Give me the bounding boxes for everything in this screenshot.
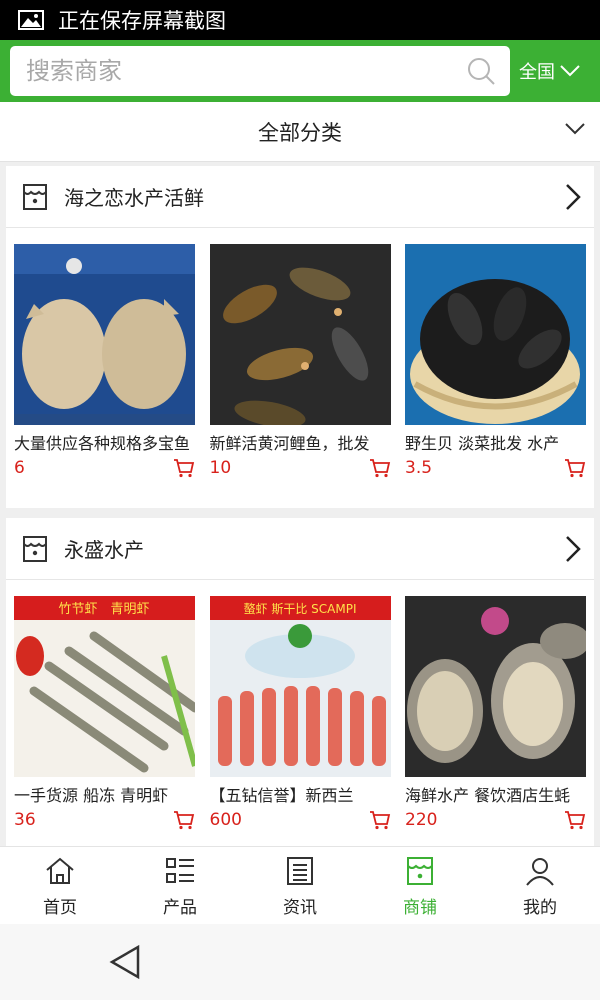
product-price: 36	[14, 810, 36, 830]
cart-icon[interactable]	[564, 810, 586, 830]
store-icon	[407, 857, 433, 885]
product-image-oysters[interactable]	[405, 596, 586, 777]
banner-text: 竹节虾 青明虾	[58, 602, 149, 617]
search-input[interactable]	[26, 57, 426, 85]
product-price: 3.5	[405, 458, 433, 478]
category-selector[interactable]: 全部分类	[0, 102, 600, 162]
cart-icon[interactable]	[173, 458, 195, 478]
user-icon	[526, 858, 554, 886]
product-title: 海鲜水产 餐饮酒店生蚝	[405, 786, 571, 805]
banner-text: 螯虾 斯干比 SCAMPI	[243, 601, 356, 616]
shop-name: 海之恋水产活鲜	[64, 186, 204, 210]
tab-stores[interactable]: 商铺	[360, 847, 480, 924]
product-title: 一手货源 船冻 青明虾	[14, 786, 169, 805]
product-title: 野生贝 淡菜批发 水产	[405, 434, 560, 453]
shop-card: 永盛水产 竹节虾 青明虾 一手货源 船冻 青明虾 36 螯虾 斯干比 SCAMP…	[6, 518, 594, 846]
cart-icon[interactable]	[369, 810, 391, 830]
product-card[interactable]: 野生贝 淡菜批发 水产 3.5	[405, 244, 586, 479]
product-image-mussels[interactable]	[405, 244, 586, 425]
product-card[interactable]: 新鲜活黄河鲤鱼，批发 10	[209, 244, 391, 479]
cart-icon[interactable]	[173, 810, 195, 830]
search-icon[interactable]	[466, 56, 496, 86]
shop-header[interactable]: 海之恋水产活鲜	[6, 166, 594, 228]
search-box[interactable]	[10, 46, 510, 96]
back-icon[interactable]	[108, 944, 142, 980]
chevron-down-icon	[565, 123, 585, 135]
cart-icon[interactable]	[564, 458, 586, 478]
shop-name: 永盛水产	[64, 538, 144, 562]
tab-label: 我的	[523, 898, 557, 918]
chevron-right-icon[interactable]	[564, 534, 582, 564]
product-price: 600	[209, 810, 242, 830]
store-icon	[23, 183, 47, 210]
product-price: 10	[209, 458, 232, 478]
bottom-tab-bar: 首页 产品 资讯 商铺 我的	[0, 846, 600, 924]
product-card[interactable]: 海鲜水产 餐饮酒店生蚝 220	[405, 596, 586, 831]
chevron-right-icon[interactable]	[564, 182, 582, 212]
tab-label: 首页	[43, 898, 77, 918]
product-row: 竹节虾 青明虾 一手货源 船冻 青明虾 36 螯虾 斯干比 SCAMPI 【五钻…	[6, 580, 594, 831]
chevron-down-icon	[560, 65, 580, 77]
product-card[interactable]: 螯虾 斯干比 SCAMPI 【五钻信誉】新西兰 600	[209, 596, 391, 831]
product-card[interactable]: 大量供应各种规格多宝鱼 6	[14, 244, 195, 479]
product-image-flatfish[interactable]	[14, 244, 195, 425]
product-title: 大量供应各种规格多宝鱼	[14, 434, 191, 453]
tab-label: 资讯	[283, 898, 317, 918]
tab-profile[interactable]: 我的	[480, 847, 600, 924]
image-icon	[18, 10, 44, 30]
product-price: 6	[14, 458, 25, 478]
tab-products[interactable]: 产品	[120, 847, 240, 924]
product-price: 220	[405, 810, 438, 830]
shop-header[interactable]: 永盛水产	[6, 518, 594, 580]
cart-icon[interactable]	[369, 458, 391, 478]
tab-label: 产品	[163, 898, 197, 918]
tab-news[interactable]: 资讯	[240, 847, 360, 924]
region-label: 全国	[519, 62, 555, 83]
product-title: 新鲜活黄河鲤鱼，批发	[209, 434, 370, 453]
region-selector[interactable]: 全国	[510, 58, 590, 84]
tab-home[interactable]: 首页	[0, 847, 120, 924]
status-text: 正在保存屏幕截图	[58, 9, 226, 33]
category-label: 全部分类	[258, 120, 342, 145]
list-icon	[166, 858, 194, 883]
product-image-scampi[interactable]: 螯虾 斯干比 SCAMPI	[209, 596, 391, 777]
tab-label: 商铺	[403, 898, 437, 918]
product-image-shrimp[interactable]: 竹节虾 青明虾	[14, 596, 195, 777]
product-title: 【五钻信誉】新西兰	[209, 786, 354, 805]
system-nav-bar	[0, 924, 600, 1000]
store-icon	[23, 535, 47, 562]
home-icon	[46, 857, 74, 884]
product-row: 大量供应各种规格多宝鱼 6 新鲜活黄河鲤鱼，批发 10 野生贝 淡菜批发 水产 …	[6, 228, 594, 479]
shop-card: 海之恋水产活鲜 大量供应各种规格多宝鱼 6 新鲜活黄河鲤鱼，批发 10 野生贝 …	[6, 166, 594, 508]
product-image-carp[interactable]	[209, 244, 391, 425]
news-icon	[287, 857, 313, 885]
status-bar: 正在保存屏幕截图	[0, 0, 600, 40]
product-card[interactable]: 竹节虾 青明虾 一手货源 船冻 青明虾 36	[14, 596, 195, 831]
search-bar: 全国	[0, 40, 600, 102]
